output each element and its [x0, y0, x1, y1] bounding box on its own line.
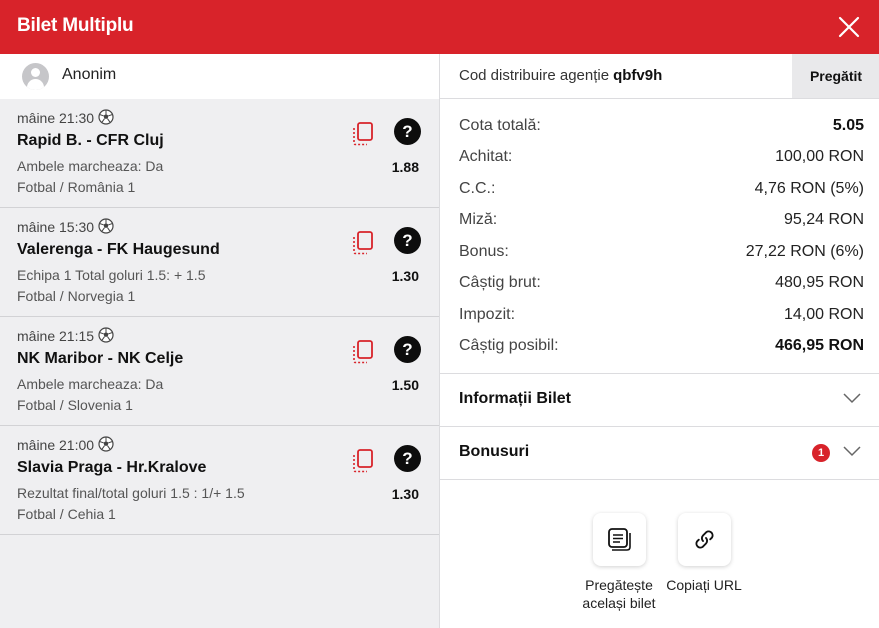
copy-icon[interactable]	[352, 231, 374, 255]
summary-value: 466,95 RON	[775, 337, 864, 354]
summary-row-cc: C.C.: 4,76 RON (5%)	[459, 180, 864, 200]
summary-value: 480,95 RON	[775, 274, 864, 291]
bet-match: Slavia Praga - Hr.Kralove	[17, 459, 207, 476]
chevron-down-icon	[843, 446, 861, 457]
bet-match: Rapid B. - CFR Cluj	[17, 132, 164, 149]
action-caption: Copiați URL	[666, 577, 742, 593]
agent-code-row: Cod distribuire agenție qbfv9h Pregătit	[440, 54, 879, 99]
summary-value: 4,76 RON (5%)	[754, 180, 864, 197]
bet-odd: 1.50	[391, 377, 419, 393]
summary-label: Câștig posibil:	[459, 337, 559, 354]
summary-value: 27,22 RON (6%)	[745, 243, 864, 260]
bonus-count-badge: 1	[812, 444, 830, 462]
bet-item: mâine 15:30 Valerenga - FK Haugesund Ech…	[0, 208, 439, 317]
bet-odd: 1.30	[391, 486, 419, 502]
modal-title: Bilet Multiplu	[17, 15, 134, 36]
bet-league: Fotbal / Norvegia 1	[17, 288, 136, 304]
bonuses-accordion[interactable]: Bonusuri 1	[440, 426, 879, 479]
ticket-summary-panel: Cod distribuire agenție qbfv9h Pregătit C…	[439, 54, 879, 628]
bet-time: mâine 21:15	[17, 327, 114, 344]
action-caption: Pregătește același bilet	[582, 577, 656, 611]
bet-time: mâine 21:00	[17, 436, 114, 453]
bet-match: NK Maribor - NK Celje	[17, 350, 184, 367]
bet-time: mâine 15:30	[17, 218, 114, 235]
bet-item: mâine 21:00 Slavia Praga - Hr.Kralove Re…	[0, 426, 439, 535]
bet-league: Fotbal / România 1	[17, 179, 136, 195]
help-icon[interactable]: ?	[394, 227, 421, 254]
bet-time: mâine 21:30	[17, 109, 114, 126]
summary-value: 14,00 RON	[783, 306, 864, 323]
bet-item: mâine 21:15 NK Maribor - NK Celje Ambele…	[0, 317, 439, 426]
help-icon[interactable]: ?	[394, 336, 421, 363]
link-icon	[677, 513, 731, 566]
bet-list-panel: Anonim mâine 21:30 Rapid B. - CFR Cluj A…	[0, 54, 439, 628]
summary-label: Câștig brut:	[459, 274, 541, 291]
prepared-button[interactable]: Pregătit	[792, 54, 879, 98]
summary-label: Impozit:	[459, 306, 516, 323]
accordion-label: Bonusuri	[459, 443, 530, 460]
accordion-label: Informații Bilet	[459, 390, 572, 407]
soccer-ball-icon	[98, 109, 114, 125]
summary-row-brut: Câștig brut: 480,95 RON	[459, 274, 864, 294]
summary-label: Bonus:	[459, 243, 509, 260]
soccer-ball-icon	[98, 436, 114, 452]
close-icon[interactable]	[837, 15, 861, 39]
copy-icon[interactable]	[352, 340, 374, 364]
agent-code-label: Cod distribuire agenție qbfv9h	[459, 67, 663, 84]
summary-value: 95,24 RON	[783, 211, 864, 228]
help-icon[interactable]: ?	[394, 445, 421, 472]
soccer-ball-icon	[98, 218, 114, 234]
summary-row-cota: Cota totală: 5.05	[459, 117, 864, 137]
soccer-ball-icon	[98, 327, 114, 343]
copy-url-button[interactable]: Copiați URL	[659, 513, 749, 594]
bet-market: Echipa 1 Total goluri 1.5: + 1.5	[17, 267, 206, 283]
help-icon[interactable]: ?	[394, 118, 421, 145]
user-name: Anonim	[62, 66, 117, 83]
bet-odd: 1.30	[391, 268, 419, 284]
bet-market: Ambele marcheaza: Da	[17, 158, 164, 174]
summary-row-posibil: Câștig posibil: 466,95 RON	[459, 337, 864, 357]
summary-label: Achitat:	[459, 148, 513, 165]
chevron-down-icon	[843, 393, 861, 404]
agent-code-value: qbfv9h	[613, 67, 663, 84]
bet-market: Ambele marcheaza: Da	[17, 376, 164, 392]
summary-value: 100,00 RON	[775, 148, 864, 165]
bet-league: Fotbal / Slovenia 1	[17, 397, 133, 413]
ticket-icon	[592, 513, 646, 566]
bet-market: Rezultat final/total goluri 1.5 : 1/+ 1.…	[17, 485, 245, 501]
summary-label: C.C.:	[459, 180, 496, 197]
summary-label: Miză:	[459, 211, 498, 228]
summary-row-achitat: Achitat: 100,00 RON	[459, 148, 864, 168]
bet-odd: 1.88	[391, 159, 419, 175]
summary-label: Cota totală:	[459, 117, 541, 134]
user-avatar-icon	[22, 63, 49, 90]
summary-row-impozit: Impozit: 14,00 RON	[459, 306, 864, 326]
summary-row-miza: Miză: 95,24 RON	[459, 211, 864, 231]
copy-icon[interactable]	[352, 449, 374, 473]
user-row: Anonim	[0, 54, 439, 99]
ticket-info-accordion[interactable]: Informații Bilet	[440, 373, 879, 426]
bet-item: mâine 21:30 Rapid B. - CFR Cluj Ambele m…	[0, 99, 439, 208]
bet-match: Valerenga - FK Haugesund	[17, 241, 220, 258]
summary-value: 5.05	[832, 117, 864, 134]
divider	[440, 479, 879, 480]
prepare-same-ticket-button[interactable]: Pregătește același bilet	[574, 513, 664, 612]
bet-league: Fotbal / Cehia 1	[17, 506, 116, 522]
copy-icon[interactable]	[352, 122, 374, 146]
summary-row-bonus: Bonus: 27,22 RON (6%)	[459, 243, 864, 263]
modal-header: Bilet Multiplu	[0, 0, 879, 54]
